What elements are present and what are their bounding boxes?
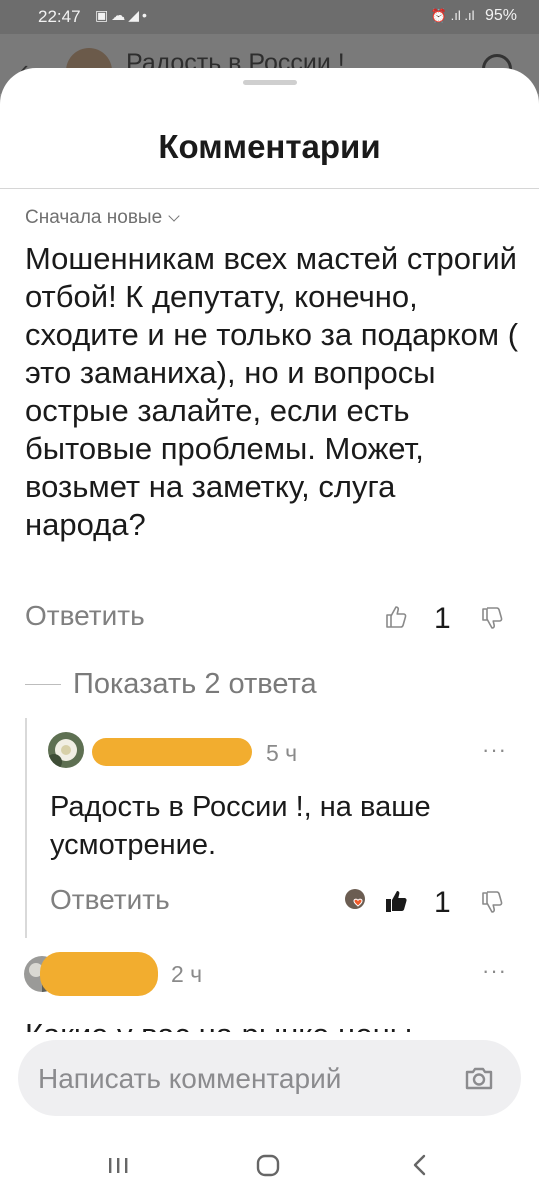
reactor-avatar xyxy=(344,888,370,914)
thumbs-up-icon[interactable] xyxy=(384,604,408,630)
status-right: ⏰ .ıl .ıl 95% xyxy=(431,7,517,25)
comment-time: 2 ч xyxy=(171,961,203,987)
back-icon[interactable] xyxy=(404,1149,436,1181)
reply-button[interactable]: Ответить xyxy=(50,884,170,916)
system-nav-bar xyxy=(0,1135,539,1200)
sheet-title: Комментарии xyxy=(158,128,381,165)
status-time: 22:47 xyxy=(38,7,81,26)
comments-sheet: Комментарии Сначала новые Мошенникам все… xyxy=(0,68,539,1200)
reply-actions: Ответить 1 xyxy=(0,884,539,924)
chevron-down-icon xyxy=(168,210,180,222)
flower-avatar-icon xyxy=(48,732,84,768)
signal-icon: ⏰ .ıl .ıl xyxy=(430,8,475,23)
notification-icons: ▣☁◢• xyxy=(95,7,150,23)
camera-icon[interactable] xyxy=(463,1062,495,1094)
comment-actions: Ответить 1 xyxy=(0,600,539,640)
home-icon[interactable] xyxy=(252,1149,284,1181)
thumbs-down-icon[interactable] xyxy=(480,606,504,632)
sort-dropdown[interactable]: Сначала новые xyxy=(25,207,180,229)
like-count: 1 xyxy=(434,886,451,919)
reply-button[interactable]: Ответить xyxy=(25,600,145,632)
comment-text-partial: Какие у вас на рынке цены xyxy=(25,1010,520,1034)
drag-handle[interactable] xyxy=(243,80,297,85)
recent-apps-icon[interactable] xyxy=(102,1149,134,1181)
comment-text: Мошенникам всех мастей строгий отбой! К … xyxy=(25,241,519,542)
thumbs-up-filled-icon[interactable] xyxy=(384,888,408,914)
reply-text: Радость в России !, на ваше усмотрение. xyxy=(50,791,431,861)
show-replies-label: Показать 2 ответа xyxy=(73,668,317,700)
sort-label: Сначала новые xyxy=(25,207,163,228)
heart-reaction-icon xyxy=(345,889,365,909)
battery-level: 95% xyxy=(484,7,517,24)
thread-dash xyxy=(25,683,61,686)
status-bar: 22:47 ▣☁◢• ⏰ .ıl .ıl 95% xyxy=(0,0,539,34)
comment-input[interactable]: Написать комментарий xyxy=(18,1040,521,1116)
like-count: 1 xyxy=(434,602,451,635)
thumbs-down-icon[interactable] xyxy=(480,890,504,916)
show-replies-button[interactable]: Показать 2 ответа xyxy=(25,668,317,701)
more-options-icon[interactable]: ··· xyxy=(482,958,507,984)
redacted-author-name xyxy=(40,952,158,996)
redacted-author-name xyxy=(92,738,252,766)
reply-author-avatar[interactable] xyxy=(48,732,84,768)
divider xyxy=(0,188,539,189)
reply-time: 5 ч xyxy=(266,740,298,766)
more-options-icon[interactable]: ··· xyxy=(482,737,507,763)
comment-input-placeholder: Написать комментарий xyxy=(38,1063,342,1094)
